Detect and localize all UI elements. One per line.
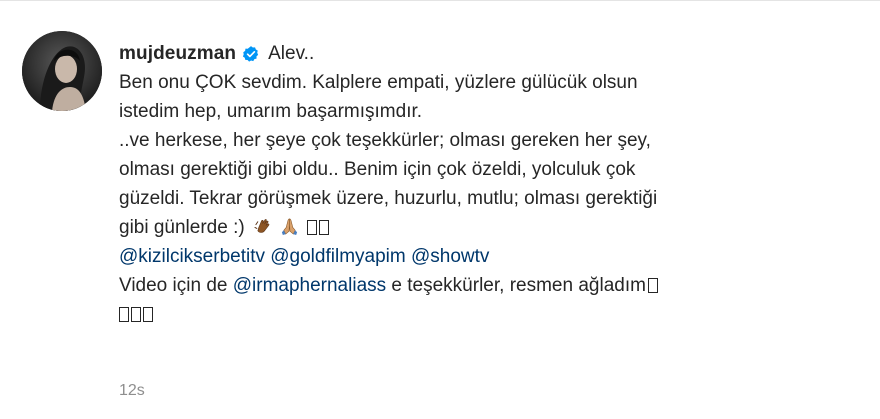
mention-link[interactable]: @goldfilmyapim: [270, 246, 405, 267]
comment-header: mujdeuzman Alev..: [119, 40, 859, 68]
comment-line: olması gerektiği gibi oldu.. Benim için …: [119, 159, 636, 180]
comment-line-emoji: gibi günlerde :): [119, 213, 859, 242]
comment-body: Ben onu ÇOK sevdim. Kalplere empati, yüz…: [119, 68, 859, 329]
verified-badge-icon: [242, 45, 260, 63]
missing-glyph-icon: [306, 220, 317, 235]
missing-glyph-icon: [647, 278, 658, 293]
folded-hands-icon: [280, 216, 299, 236]
clapping-hands-icon: [254, 216, 273, 235]
mention-link[interactable]: @kizilcikserbetitv: [119, 246, 265, 267]
avatar-image: [22, 31, 102, 111]
comment: mujdeuzman Alev.. Ben onu ÇOK sevdim. Ka…: [0, 0, 880, 419]
comment-line: Ben onu ÇOK sevdim. Kalplere empati, yüz…: [119, 72, 638, 93]
comment-line: ..ve herkese, her şeye çok teşekkürler; …: [119, 130, 651, 151]
username[interactable]: mujdeuzman: [119, 43, 236, 65]
missing-glyph-icon: [131, 307, 141, 322]
video-prefix: Video için de: [119, 275, 228, 296]
comment-line: güzeldi. Tekrar görüşmek üzere, huzurlu,…: [119, 188, 658, 209]
mentions-line: @kizilcikserbetitv @goldfilmyapim @showt…: [119, 242, 859, 271]
comment-timestamp[interactable]: 12s: [119, 382, 145, 400]
video-thanks-line: Video için de @irmaphernaliass e teşekkü…: [119, 271, 859, 300]
comment-line: istedim hep, umarım başarmışımdır.: [119, 101, 423, 122]
missing-glyph-line: [119, 300, 859, 329]
video-suffix: e teşekkürler, resmen ağladım: [391, 275, 646, 296]
missing-glyph-icon: [119, 307, 129, 322]
avatar[interactable]: [22, 31, 102, 111]
mention-link[interactable]: @irmaphernaliass: [233, 275, 386, 296]
missing-glyph-icon: [143, 307, 153, 322]
mention-link[interactable]: @showtv: [411, 246, 489, 267]
comment-content: mujdeuzman Alev.. Ben onu ÇOK sevdim. Ka…: [119, 40, 859, 329]
comment-first-line: Alev..: [268, 43, 315, 64]
missing-glyph-icon: [318, 220, 329, 235]
comment-line-text: gibi günlerde :): [119, 217, 245, 238]
